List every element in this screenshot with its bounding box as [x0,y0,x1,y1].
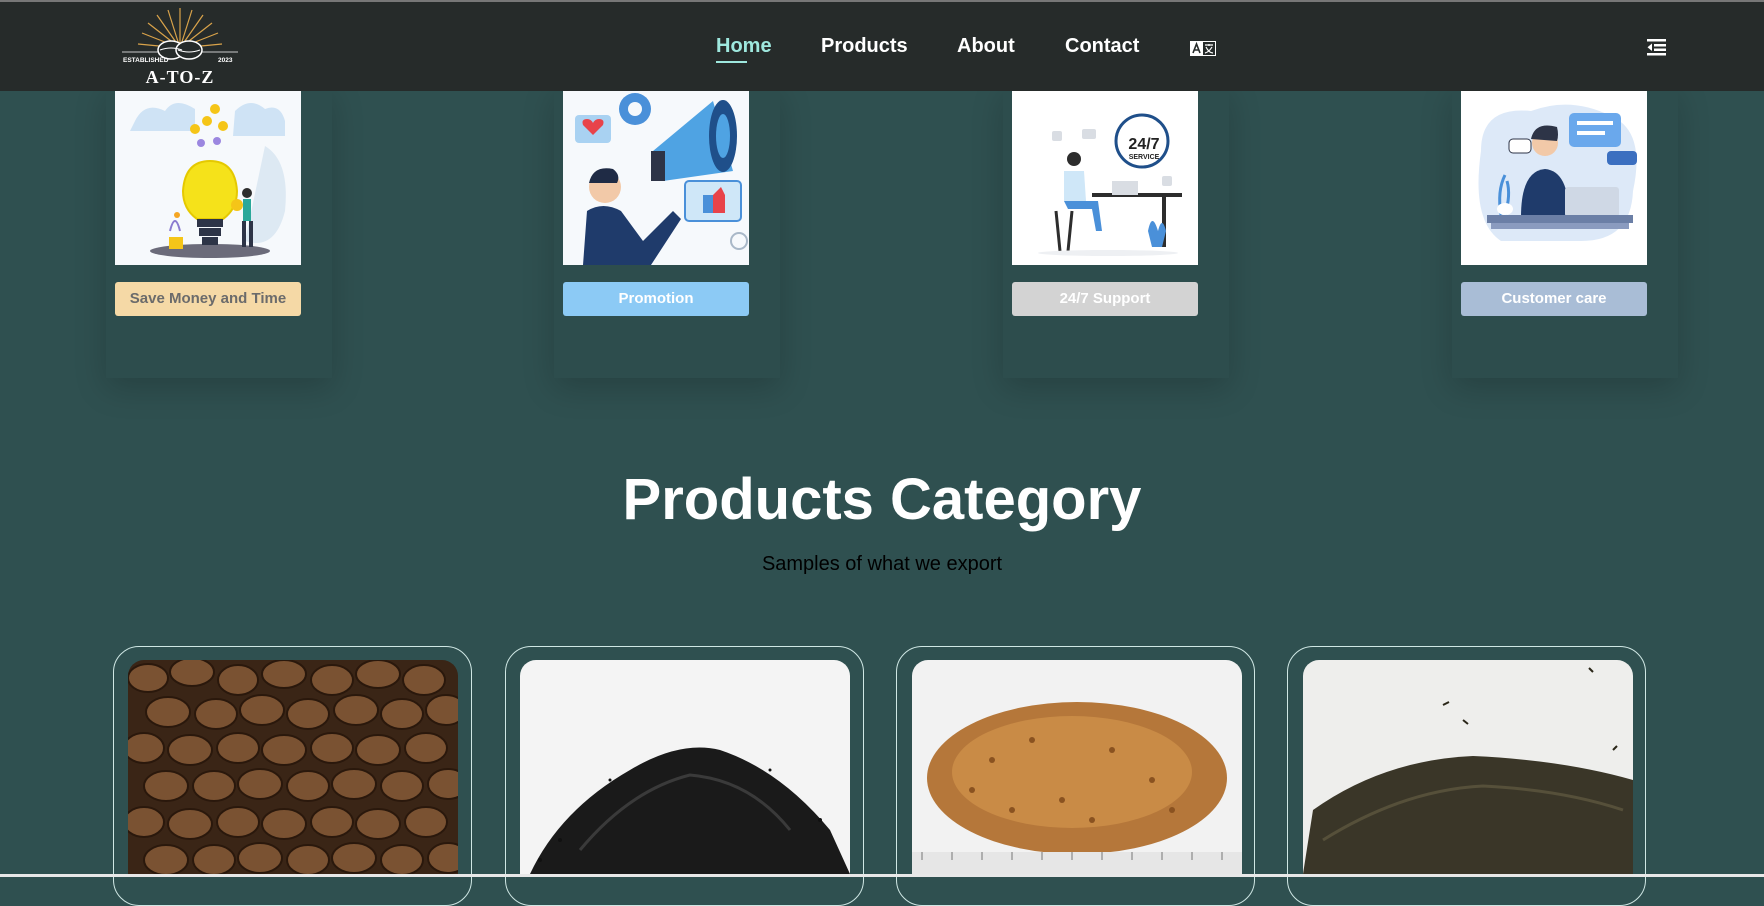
svg-text:24/7: 24/7 [1128,136,1159,153]
logo-year-text: 2023 [218,57,233,64]
navbar: ESTABLISHED 2023 A-TO-Z Home Products Ab… [0,2,1764,91]
svg-text:SERVICE: SERVICE [1129,154,1160,161]
support-illustration: 24/7 SERVICE [1012,91,1198,265]
black-seed-image [520,660,850,874]
logo-name-text: A-TO-Z [146,67,215,87]
customer-care-illustration [1461,91,1647,265]
promotion-illustration [563,91,749,265]
section-title: Products Category [622,467,1142,532]
customer-care-button[interactable]: Customer care [1461,282,1647,316]
fenugreek-seed-image [912,660,1242,874]
support-button[interactable]: 24/7 Support [1012,282,1198,316]
coffee-beans-image [128,660,458,874]
translate-icon[interactable] [1190,41,1216,56]
nav-contact[interactable]: Contact [1065,35,1139,58]
nav-active-underline [716,61,747,63]
brand-logo[interactable]: ESTABLISHED 2023 A-TO-Z [118,4,242,88]
promotion-button[interactable]: Promotion [563,282,749,316]
save-money-illustration [115,91,301,265]
logo-emblem-icon: ESTABLISHED 2023 A-TO-Z [122,8,238,87]
menu-collapse-icon[interactable] [1646,36,1668,58]
section-subtitle: Samples of what we export [761,553,1003,575]
cumin-seed-image [1303,660,1633,874]
logo-established-text: ESTABLISHED [123,57,169,64]
nav-about[interactable]: About [957,35,1015,58]
nav-products[interactable]: Products [821,35,908,58]
nav-home[interactable]: Home [716,35,772,58]
save-money-button[interactable]: Save Money and Time [115,282,301,316]
